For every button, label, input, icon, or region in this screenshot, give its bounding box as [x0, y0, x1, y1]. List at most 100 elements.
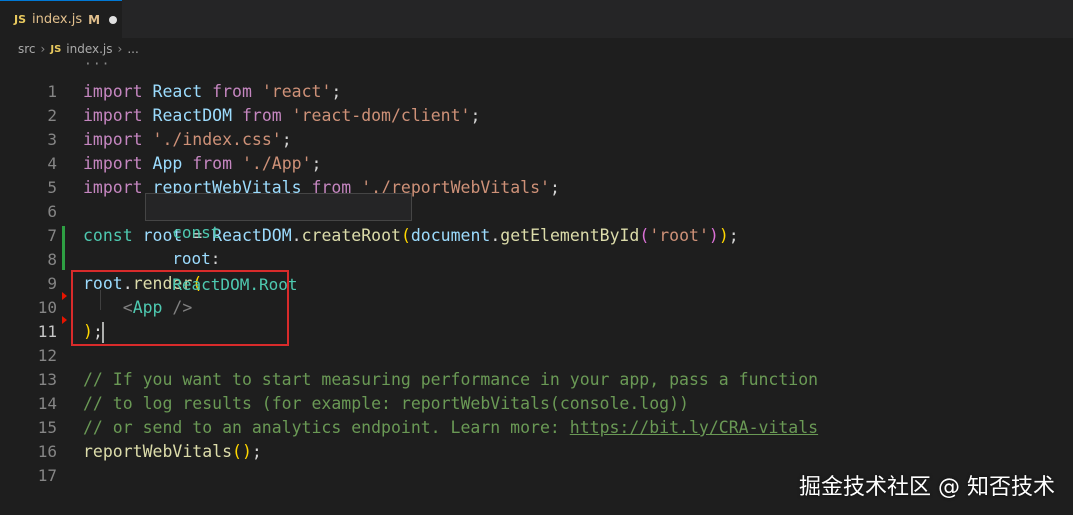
tab-index-js[interactable]: JS index.js M — [0, 0, 122, 38]
code-token: ; — [311, 154, 322, 173]
code-token: import — [83, 130, 143, 149]
code-text[interactable]: import './index.css'; — [83, 128, 292, 152]
code-token: 'root' — [649, 226, 709, 245]
line-number: 11 — [37, 322, 57, 341]
code-token: ReactDOM — [152, 106, 233, 125]
breadcrumb-more[interactable]: ... — [127, 42, 138, 56]
code-token: getElementById — [500, 226, 640, 245]
code-line[interactable]: 1 import React from 'react'; — [0, 80, 1073, 104]
code-token: ) — [718, 226, 729, 245]
code-line[interactable]: 13 // If you want to start measuring perf… — [0, 368, 1073, 392]
code-token: import — [83, 154, 143, 173]
tab-bar: JS index.js M — [0, 0, 1073, 39]
javascript-file-icon: JS — [50, 43, 62, 55]
unsaved-dot-icon[interactable] — [109, 15, 118, 24]
code-token: ; — [728, 226, 739, 245]
watermark: 掘金技术社区 @ 知否技术 — [799, 475, 1055, 500]
git-deleted-gutter-marker[interactable] — [62, 316, 67, 324]
line-number: 16 — [37, 442, 57, 461]
code-token: () — [232, 442, 252, 461]
line-number: 7 — [47, 226, 57, 245]
code-token: . — [490, 226, 501, 245]
code-token: from — [212, 82, 252, 101]
line-number: 5 — [47, 178, 57, 197]
line-number: 1 — [47, 82, 57, 101]
code-token: ( — [400, 226, 411, 245]
code-line[interactable]: 4 import App from './App'; — [0, 152, 1073, 176]
tab-label: index.js — [32, 12, 83, 27]
modified-badge: M — [88, 12, 101, 27]
code-token: createRoot — [301, 226, 401, 245]
git-added-gutter-marker[interactable] — [62, 226, 65, 270]
code-token: './index.css' — [152, 130, 282, 149]
code-line[interactable]: 14 // to log results (for example: report… — [0, 392, 1073, 416]
code-token: from — [241, 106, 282, 125]
code-line[interactable]: 15 // or send to an analytics endpoint. L… — [0, 416, 1073, 440]
code-token: reportWebVitals — [83, 442, 233, 461]
code-token: ; — [251, 442, 262, 461]
breadcrumb-folder[interactable]: src — [18, 42, 36, 56]
code-token: './App' — [241, 154, 312, 173]
code-text[interactable]: // If you want to start measuring perfor… — [83, 368, 818, 392]
code-text[interactable]: // to log results (for example: reportWe… — [83, 392, 689, 416]
code-token: ) — [708, 226, 719, 245]
line-number: 8 — [47, 250, 57, 269]
code-token: ; — [331, 82, 342, 101]
code-token: . — [291, 226, 302, 245]
chevron-right-icon: › — [117, 42, 123, 56]
code-token: 'react' — [261, 82, 332, 101]
line-number: 10 — [37, 298, 57, 317]
line-number: 15 — [37, 418, 57, 437]
tooltip-keyword: const — [172, 223, 221, 242]
line-number: 3 — [47, 130, 57, 149]
code-text[interactable]: import React from 'react'; — [83, 80, 341, 104]
code-token: ; — [281, 130, 292, 149]
code-text[interactable]: import ReactDOM from 'react-dom/client'; — [83, 104, 480, 128]
line-number: 12 — [37, 346, 57, 365]
code-token: ; — [470, 106, 481, 125]
code-text[interactable]: reportWebVitals(); — [83, 440, 262, 464]
code-line[interactable]: 3 import './index.css'; — [0, 128, 1073, 152]
code-token: from — [192, 154, 233, 173]
code-token: import — [83, 106, 143, 125]
folded-region-indicator[interactable]: ··· — [84, 57, 110, 72]
code-line[interactable]: 2 import ReactDOM from 'react-dom/client'… — [0, 104, 1073, 128]
code-token: // or send to an analytics endpoint. Lea… — [83, 418, 570, 437]
code-token: 'react-dom/client' — [291, 106, 471, 125]
code-token: // to log results (for example: reportWe… — [83, 394, 689, 413]
code-token: document — [410, 226, 491, 245]
code-token: import — [83, 82, 143, 101]
code-line[interactable]: 12 — [0, 344, 1073, 368]
hover-type-tooltip: const root: ReactDOM.Root — [145, 193, 412, 294]
line-number: 13 — [37, 370, 57, 389]
line-number: 9 — [47, 274, 57, 293]
code-line[interactable]: 16 reportWebVitals(); — [0, 440, 1073, 464]
code-token: ; — [549, 178, 560, 197]
code-text[interactable]: import App from './App'; — [83, 152, 321, 176]
javascript-file-icon: JS — [14, 13, 27, 26]
code-token: import — [83, 178, 143, 197]
line-number: 17 — [37, 466, 57, 485]
code-text[interactable]: // or send to an analytics endpoint. Lea… — [83, 416, 818, 440]
chevron-right-icon: › — [40, 42, 46, 56]
text-cursor — [102, 322, 104, 343]
git-deleted-gutter-marker[interactable] — [62, 292, 67, 300]
code-token: const — [83, 226, 133, 245]
line-number: 2 — [47, 106, 57, 125]
tooltip-colon: : — [210, 249, 221, 268]
tooltip-name: root — [172, 249, 211, 268]
code-token: React — [152, 82, 203, 101]
code-token: ( — [639, 226, 650, 245]
breadcrumb-file[interactable]: index.js — [66, 42, 112, 56]
line-number: 6 — [47, 202, 57, 221]
code-token: // If you want to start measuring perfor… — [83, 370, 819, 389]
